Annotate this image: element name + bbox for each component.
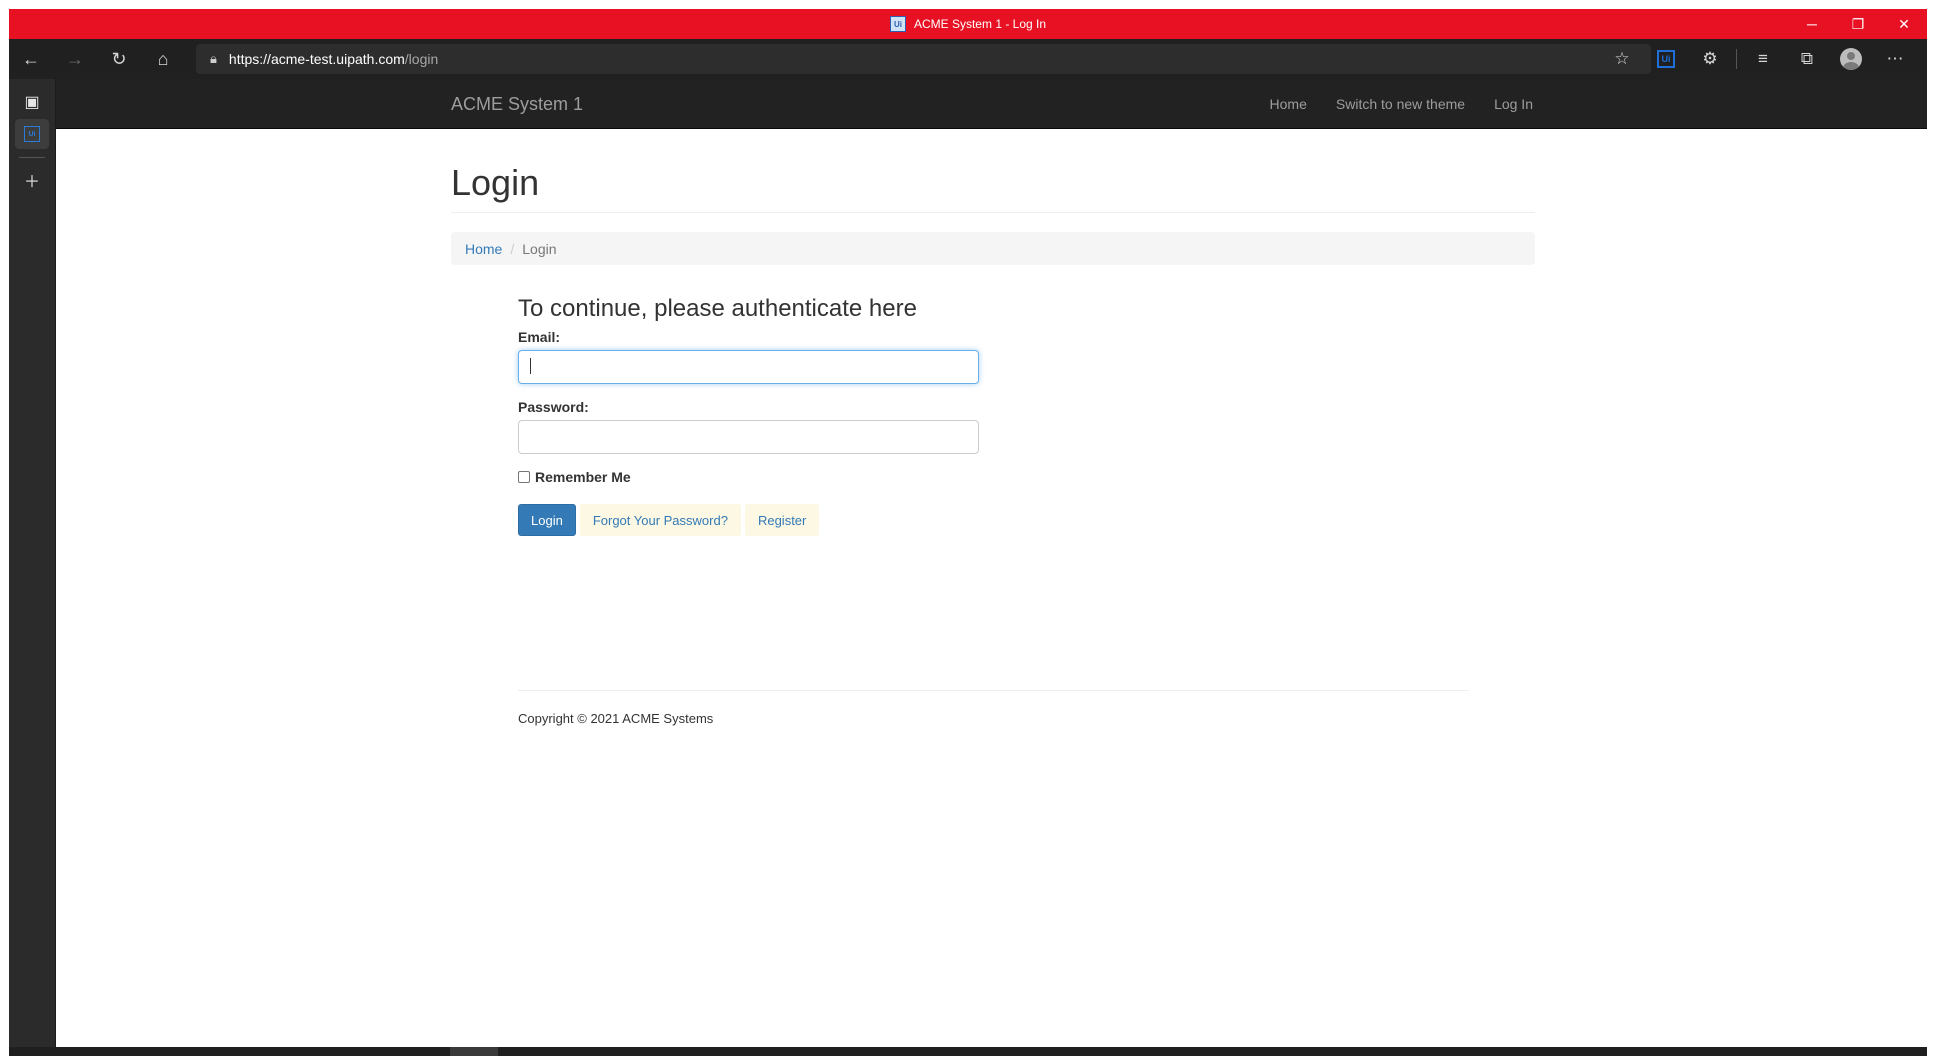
breadcrumb-home-link[interactable]: Home [465,241,502,257]
login-form: To continue, please authenticate here Em… [518,295,979,536]
url-path: /login [404,51,439,67]
password-label: Password: [518,399,589,415]
copyright-text: Copyright © 2021 ACME Systems [518,711,714,726]
page-title: Login [451,162,540,203]
web-page: ACME System 1 Home Switch to new theme L… [56,79,1927,1047]
nav-switch-theme-link[interactable]: Switch to new theme [1336,96,1465,112]
main-container: Login Home / Login To continue, please a… [451,129,1535,726]
browser-toolbar: ← → ↻ ⌂ 🔒︎ https://acme-test.uipath.com /… [9,39,1927,79]
vertical-tabs-sidebar: ▣ Ui ＋ [9,79,56,1047]
page-header: Login [451,163,1535,213]
tab-acme-login[interactable]: Ui [15,119,49,149]
forward-icon[interactable]: → [53,39,97,79]
collections-icon[interactable]: ⧉ [1785,39,1829,79]
extensions-icon[interactable]: ⚙ [1688,39,1732,79]
favorites-icon[interactable]: ≡ [1741,39,1785,79]
window-title: ACME System 1 - Log In [913,17,1047,31]
address-bar[interactable]: 🔒︎ https://acme-test.uipath.com/login [196,44,1651,74]
text-caret [530,358,531,374]
toolbar-right-group: ☆ Ui ⚙ ≡ ⧉ ⋯ [1600,39,1917,79]
remember-me-label[interactable]: Remember Me [535,469,631,485]
nav-links: Home Switch to new theme Log In [1241,79,1533,129]
uipath-extension-icon[interactable]: Ui [1644,39,1688,79]
toolbar-divider [1736,49,1737,69]
new-tab-icon[interactable]: ＋ [15,165,49,195]
lock-icon: 🔒︎ [210,51,217,66]
close-icon[interactable]: ✕ [1881,9,1927,39]
email-label: Email: [518,329,561,345]
restore-icon[interactable]: ❐ [1835,9,1881,39]
forgot-password-button[interactable]: Forgot Your Password? [579,504,741,536]
sidebar-divider [19,157,45,158]
email-field-wrap [518,350,979,384]
remember-me-row: Remember Me [518,469,979,485]
minimize-icon[interactable]: ─ [1789,9,1835,39]
uipath-tab-icon: Ui [889,16,906,32]
remember-me-checkbox[interactable] [518,471,530,483]
site-navbar: ACME System 1 Home Switch to new theme L… [56,79,1927,129]
window-titlebar: Ui ACME System 1 - Log In ─ ❐ ✕ [9,9,1927,39]
refresh-icon[interactable]: ↻ [97,39,141,79]
more-options-icon[interactable]: ⋯ [1873,39,1917,79]
nav-home-link[interactable]: Home [1270,96,1307,112]
uipath-tab-favicon: Ui [24,126,40,142]
profile-avatar[interactable] [1829,39,1873,79]
taskbar-strip [9,1047,1927,1056]
register-button[interactable]: Register [744,504,820,536]
window-title-group: Ui ACME System 1 - Log In [9,9,1927,39]
form-buttons: Login Forgot Your Password? Register [518,504,979,536]
url-host: https://acme-test.uipath.com [228,51,405,67]
breadcrumb-current: Login [522,240,557,257]
site-brand[interactable]: ACME System 1 [451,79,583,129]
tab-actions-icon[interactable]: ▣ [15,87,49,117]
password-input[interactable] [518,420,979,454]
home-icon[interactable]: ⌂ [141,39,185,79]
back-icon[interactable]: ← [9,39,53,79]
add-favorite-icon[interactable]: ☆ [1600,39,1644,79]
taskbar-item[interactable] [450,1047,498,1056]
email-input[interactable] [518,350,979,384]
login-button[interactable]: Login [518,504,576,536]
breadcrumb: Home / Login [451,232,1535,265]
form-heading: To continue, please authenticate here [518,295,917,322]
breadcrumb-separator: / [510,240,515,257]
page-footer: Copyright © 2021 ACME Systems [518,690,1469,726]
nav-login-link[interactable]: Log In [1494,96,1533,112]
